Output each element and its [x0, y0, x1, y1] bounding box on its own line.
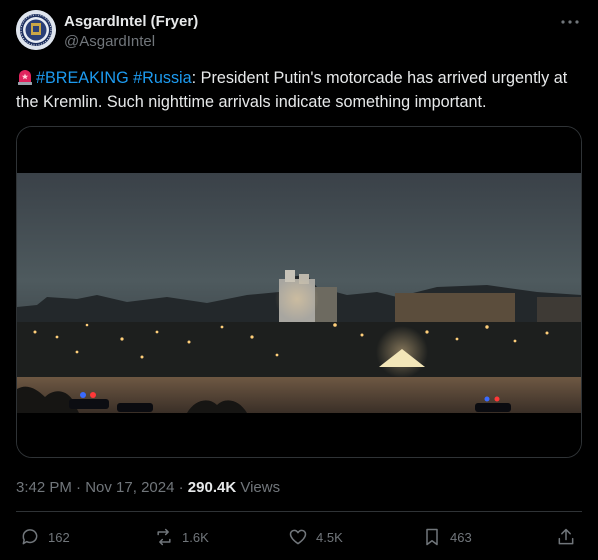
timestamp-time[interactable]: 3:42 PM: [16, 479, 72, 496]
hashtag-russia[interactable]: #Russia: [133, 69, 191, 87]
seal-avatar-icon: [16, 10, 56, 50]
bookmark-icon: [426, 528, 438, 546]
night-city-video-frame: [17, 127, 581, 457]
meta-separator-2: ·: [178, 479, 184, 496]
video-media[interactable]: [16, 126, 582, 458]
reply-count: 162: [48, 529, 70, 545]
reply-icon: [22, 529, 38, 545]
bookmark-button[interactable]: 463: [422, 526, 472, 548]
siren-icon: [18, 70, 32, 85]
share-icon: [558, 528, 574, 545]
reply-button[interactable]: 162: [20, 526, 70, 548]
action-bar: 162 1.6K 4.5K 463: [16, 522, 582, 552]
avatar[interactable]: [16, 10, 56, 50]
views-count: 290.4K: [187, 479, 237, 496]
meta-separator: ·: [76, 479, 82, 496]
tweet-meta: 3:42 PM · Nov 17, 2024 · 290.4K Views: [16, 478, 280, 498]
hashtag-breaking[interactable]: #BREAKING: [36, 69, 129, 87]
author-names: AsgardIntel (Fryer) @AsgardIntel: [64, 12, 198, 52]
handle[interactable]: @AsgardIntel: [64, 32, 198, 52]
more-dots-icon: [561, 20, 579, 24]
share-button[interactable]: [556, 526, 584, 548]
bookmark-count: 463: [450, 529, 472, 545]
timestamp-date[interactable]: Nov 17, 2024: [85, 479, 174, 496]
repost-count: 1.6K: [182, 529, 209, 545]
heart-icon: [289, 529, 307, 545]
repost-icon: [157, 528, 171, 546]
display-name[interactable]: AsgardIntel (Fryer): [64, 12, 198, 32]
more-options-button[interactable]: [558, 12, 582, 32]
tweet-text: #BREAKING #Russia: President Putin's mot…: [16, 66, 586, 114]
tweet-card: AsgardIntel (Fryer) @AsgardIntel #BREAKI…: [0, 0, 598, 560]
divider: [16, 511, 582, 512]
like-button[interactable]: 4.5K: [288, 526, 343, 548]
like-count: 4.5K: [316, 529, 343, 545]
views-label: Views: [240, 479, 281, 496]
repost-button[interactable]: 1.6K: [154, 526, 209, 548]
tweet-header: AsgardIntel (Fryer) @AsgardIntel: [16, 10, 582, 54]
